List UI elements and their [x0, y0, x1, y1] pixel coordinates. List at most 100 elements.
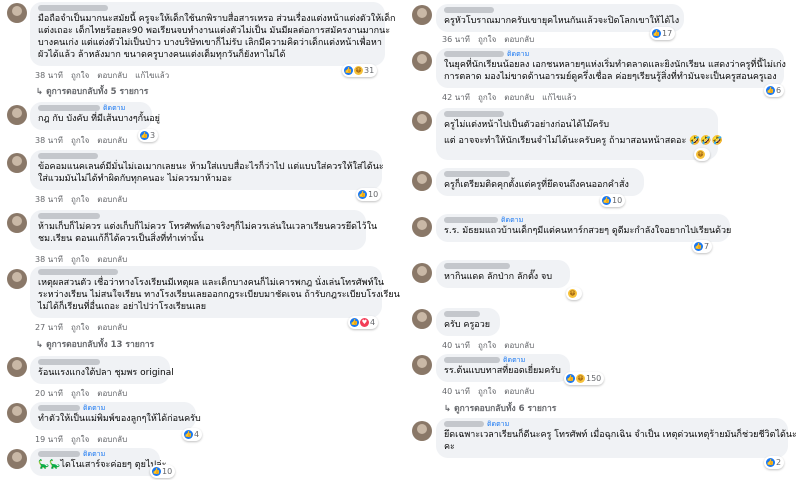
- reaction-count[interactable]: 👍 6: [764, 84, 785, 97]
- avatar[interactable]: [412, 51, 432, 71]
- avatar[interactable]: [7, 3, 27, 23]
- avatar[interactable]: [412, 263, 432, 283]
- comment-time[interactable]: 38 นาที: [35, 71, 63, 80]
- commenter-name[interactable]: [444, 310, 492, 319]
- reply-button[interactable]: ตอบกลับ: [97, 323, 127, 332]
- reply-button[interactable]: ตอบกลับ: [504, 93, 534, 102]
- comment: มือถือจำเป็นมากนะสมัยนี้ ครูจะให้เด็กใช้…: [0, 0, 400, 98]
- avatar[interactable]: [412, 111, 432, 131]
- comment-time[interactable]: 40 นาที: [442, 341, 470, 350]
- comment-time[interactable]: 38 นาที: [35, 255, 63, 264]
- reaction-count[interactable]: 👍 17: [650, 27, 676, 40]
- commenter-name[interactable]: [444, 170, 636, 179]
- avatar[interactable]: [412, 5, 432, 25]
- comment-time[interactable]: 38 นาที: [35, 136, 63, 145]
- comment: ครับ ครูอวย 40 นาที ถูกใจ ตอบกลับ: [404, 304, 800, 350]
- like-button[interactable]: ถูกใจ: [478, 93, 496, 102]
- reply-arrow-icon: ↳: [36, 87, 44, 97]
- view-replies-link[interactable]: ↳ ดูการตอบกลับทั้ง 6 รายการ: [444, 401, 556, 415]
- follow-link[interactable]: ติดตาม: [103, 104, 125, 112]
- avatar[interactable]: [412, 421, 432, 441]
- commenter-name[interactable]: ติดตาม: [38, 450, 152, 459]
- commenter-name[interactable]: [444, 110, 710, 119]
- avatar[interactable]: [7, 153, 27, 173]
- reaction-count[interactable]: 😆: [566, 287, 582, 300]
- reply-button[interactable]: ตอบกลับ: [504, 35, 534, 44]
- avatar[interactable]: [7, 403, 27, 423]
- avatar[interactable]: [7, 105, 27, 125]
- like-button[interactable]: ถูกใจ: [71, 255, 89, 264]
- reaction-count[interactable]: 👍 10: [150, 465, 176, 478]
- reply-button[interactable]: ตอบกลับ: [97, 389, 127, 398]
- follow-link[interactable]: ติดตาม: [503, 356, 525, 364]
- comment-actions: 27 นาที ถูกใจ ตอบกลับ: [35, 322, 135, 333]
- commenter-name[interactable]: [444, 6, 676, 15]
- comment: ติดตาม 🦕🦕ไดโนเสาร์จะค่อยๆ ตุยไปล่ะ 👍 10: [0, 444, 400, 480]
- reaction-count[interactable]: 👍 😆 150: [564, 372, 605, 385]
- avatar[interactable]: [412, 309, 432, 329]
- commenter-name[interactable]: [38, 268, 374, 277]
- reply-button[interactable]: ตอบกลับ: [97, 255, 127, 264]
- view-replies-link[interactable]: ↳ ดูการตอบกลับทั้ง 5 รายการ: [36, 84, 148, 98]
- commenter-name[interactable]: ติดตาม: [444, 50, 776, 59]
- comment-text-line: 🦕🦕ไดโนเสาร์จะค่อยๆ ตุยไปล่ะ: [38, 460, 167, 470]
- comment-time[interactable]: 20 นาที: [35, 389, 63, 398]
- like-button[interactable]: ถูกใจ: [71, 136, 89, 145]
- comment-time[interactable]: 27 นาที: [35, 323, 63, 332]
- reaction-count[interactable]: 👍 ♥ 4: [348, 316, 379, 329]
- avatar[interactable]: [7, 213, 27, 233]
- like-button[interactable]: ถูกใจ: [71, 195, 89, 204]
- reaction-count[interactable]: 👍 10: [356, 188, 382, 201]
- commenter-name[interactable]: ติดตาม: [38, 404, 188, 413]
- commenter-name[interactable]: [444, 262, 562, 271]
- reply-button[interactable]: ตอบกลับ: [97, 71, 127, 80]
- comment-text-line: ใส่แวมมันไม่ได้ทำผิดกับทุกคนอะ ไม่ควรมาห…: [38, 174, 233, 184]
- commenter-name[interactable]: [38, 4, 377, 13]
- commenter-name[interactable]: [38, 212, 358, 221]
- commenter-name[interactable]: ติดตาม: [38, 104, 144, 113]
- view-replies-link[interactable]: ↳ ดูการตอบกลับทั้ง 13 รายการ: [36, 337, 154, 351]
- reaction-count[interactable]: 😆: [694, 148, 710, 161]
- reply-button[interactable]: ตอบกลับ: [504, 387, 534, 396]
- commenter-name[interactable]: ติดตาม: [444, 216, 722, 225]
- comment-time[interactable]: 42 นาที: [442, 93, 470, 102]
- like-button[interactable]: ถูกใจ: [71, 435, 89, 444]
- follow-link[interactable]: ติดตาม: [487, 420, 509, 428]
- reply-button[interactable]: ตอบกลับ: [504, 341, 534, 350]
- reply-button[interactable]: ตอบกลับ: [97, 136, 127, 145]
- reaction-count[interactable]: 👍 3: [138, 129, 159, 142]
- comment-time[interactable]: 19 นาที: [35, 435, 63, 444]
- reaction-count[interactable]: 👍 2: [764, 456, 785, 469]
- like-button[interactable]: ถูกใจ: [478, 341, 496, 350]
- like-button[interactable]: ถูกใจ: [478, 387, 496, 396]
- avatar[interactable]: [7, 269, 27, 289]
- reaction-count[interactable]: 👍 4: [182, 428, 203, 441]
- like-button[interactable]: ถูกใจ: [71, 71, 89, 80]
- reply-button[interactable]: ตอบกลับ: [97, 195, 127, 204]
- reaction-count[interactable]: 👍 😆 31: [342, 64, 378, 77]
- avatar[interactable]: [412, 355, 432, 375]
- like-button[interactable]: ถูกใจ: [478, 35, 496, 44]
- reply-button[interactable]: ตอบกลับ: [97, 435, 127, 444]
- commenter-name[interactable]: [38, 358, 162, 367]
- like-button[interactable]: ถูกใจ: [71, 389, 89, 398]
- commenter-name[interactable]: [38, 152, 374, 161]
- reaction-count[interactable]: 👍 10: [600, 194, 626, 207]
- follow-link[interactable]: ติดตาม: [83, 404, 105, 412]
- commenter-name[interactable]: ติดตาม: [444, 356, 562, 365]
- comment-time[interactable]: 38 นาที: [35, 195, 63, 204]
- follow-link[interactable]: ติดตาม: [507, 50, 529, 58]
- follow-link[interactable]: ติดตาม: [83, 450, 105, 458]
- commenter-name[interactable]: ติดตาม: [444, 420, 780, 429]
- like-button[interactable]: ถูกใจ: [71, 323, 89, 332]
- avatar[interactable]: [7, 449, 27, 469]
- avatar[interactable]: [412, 217, 432, 237]
- follow-link[interactable]: ติดตาม: [501, 216, 523, 224]
- comment-time[interactable]: 36 นาที: [442, 35, 470, 44]
- avatar[interactable]: [412, 171, 432, 191]
- comment: หากินแดด ลักป่าก ลักตั๊ง จบ 😆: [404, 258, 800, 304]
- comment-bubble: ข้อคอมแนคเลนต์มีมั่นไม่เอเมากเลยนะ ห้ามใ…: [30, 150, 384, 190]
- reaction-count[interactable]: 👍 7: [692, 240, 713, 253]
- avatar[interactable]: [7, 357, 27, 377]
- comment-time[interactable]: 40 นาที: [442, 387, 470, 396]
